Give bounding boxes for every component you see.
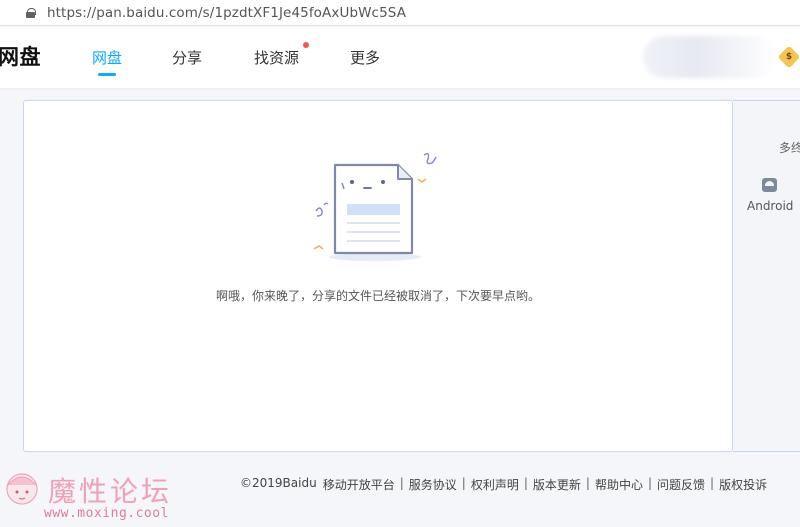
footer-link[interactable]: 版本更新 [533, 476, 581, 493]
vip-badge-icon[interactable]: $ [777, 45, 800, 69]
nav-tab-find-resources[interactable]: 找资源 [254, 27, 299, 88]
active-tab-indicator [98, 73, 116, 76]
left-eye [350, 180, 354, 184]
watermark-title: 魔性论坛 [48, 475, 173, 508]
multi-terminal-label: 多终 [779, 141, 800, 155]
nav-tab-label: 分享 [172, 49, 203, 67]
nav-tab-label: 更多 [350, 49, 381, 67]
footer-separator: | [647, 476, 652, 490]
site-header: 网盘 网盘 分享 找资源 更多 $ [0, 27, 800, 88]
address-bar[interactable]: https://pan.baidu.com/s/1pzdtXF1Je45foAx… [0, 0, 800, 26]
download-side-panel: 多终 Android [733, 100, 800, 452]
footer-link[interactable]: 权利声明 [471, 476, 519, 493]
notification-dot [303, 42, 309, 48]
lock-icon [26, 7, 36, 18]
footer-link[interactable]: 移动开放平台 [323, 476, 395, 493]
nav-tab-label: 网盘 [92, 49, 123, 67]
footer-link[interactable]: 问题反馈 [657, 476, 705, 493]
shadow-shape [329, 253, 421, 261]
footer-link[interactable]: 版权投诉 [719, 476, 767, 493]
sparkle-decoration [417, 178, 427, 183]
footer-link[interactable]: 帮助中心 [595, 476, 643, 493]
squiggle-decoration [423, 152, 437, 165]
right-eye [381, 180, 385, 184]
nav-tab-more[interactable]: 更多 [350, 27, 380, 88]
footer-link[interactable]: 服务协议 [409, 476, 457, 493]
copyright-text: ©2019Baidu [240, 476, 317, 490]
footer-separator: | [710, 476, 715, 490]
footer-separator: | [585, 476, 590, 490]
content-block [347, 204, 400, 215]
nav-tab-share[interactable]: 分享 [172, 27, 202, 88]
watermark-url: www.moxing.cool [44, 506, 169, 521]
url-text[interactable]: https://pan.baidu.com/s/1pzdtXF1Je45foAx… [47, 5, 406, 21]
empty-file-illustration [313, 152, 437, 261]
footer-links: ©2019Baidu 移动开放平台 | 服务协议 | 权利声明 | 版本更新 |… [240, 476, 767, 493]
android-download-link[interactable]: Android [747, 199, 793, 213]
squiggle-decoration [315, 202, 329, 217]
footer-separator: | [523, 476, 528, 490]
footer-separator: | [461, 476, 466, 490]
nav-tab-label: 找资源 [254, 49, 300, 67]
android-icon[interactable] [762, 178, 777, 192]
nav-tab-netdisk[interactable]: 网盘 [92, 27, 122, 88]
site-logo[interactable]: 网盘 [0, 41, 41, 71]
share-cancelled-message: 啊哦，你来晚了，分享的文件已经被取消了，下次要早点哟。 [215, 289, 540, 303]
sparkle-decoration [313, 245, 324, 250]
file-corner-fold [397, 165, 412, 180]
user-profile-blurred[interactable] [643, 36, 778, 78]
footer-separator: | [399, 476, 404, 490]
